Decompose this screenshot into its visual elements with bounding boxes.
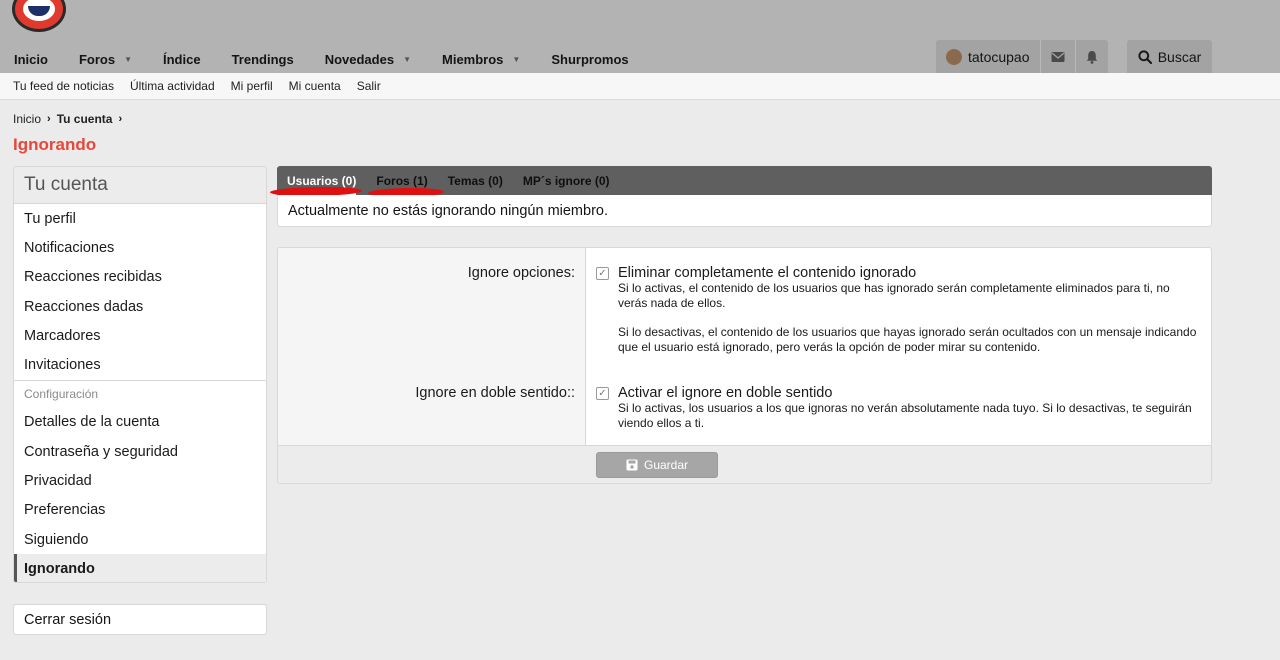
logout-button[interactable]: Cerrar sesión (13, 604, 267, 635)
tab-pm-ignore[interactable]: MP´s ignore (0) (513, 166, 620, 195)
avatar (946, 48, 962, 65)
save-button[interactable]: Guardar (596, 452, 718, 478)
subnav-account[interactable]: Mi cuenta (289, 79, 341, 93)
user-area: tatocupao (936, 40, 1108, 73)
option-title: Activar el ignore en doble sentido (618, 385, 833, 401)
remove-content-checkbox[interactable]: ✓ (596, 267, 609, 280)
breadcrumb-account[interactable]: Tu cuenta (57, 112, 113, 126)
chevron-down-icon[interactable]: ▼ (124, 55, 132, 64)
breadcrumb: Inicio › Tu cuenta › (13, 112, 128, 126)
user-menu[interactable]: tatocupao (936, 40, 1041, 73)
sidebar-item-bookmarks[interactable]: Marcadores (14, 321, 266, 350)
save-label: Guardar (643, 458, 689, 472)
chevron-right-icon: › (47, 113, 51, 125)
sidebar-item-invitations[interactable]: Invitaciones (14, 350, 266, 379)
main-nav: Inicio Foros ▼ Índice Trendings Novedades… (14, 48, 660, 70)
form-label-column: Ignore opciones: Ignore en doble sentido… (278, 248, 586, 445)
sidebar-header: Tu cuenta (14, 167, 266, 204)
nav-novedades[interactable]: Novedades ▼ (325, 52, 411, 67)
sidebar-item-ignoring[interactable]: Ignorando (14, 554, 266, 582)
subnav-logout[interactable]: Salir (357, 79, 381, 93)
account-sidebar: Tu cuenta Tu perfil Notificaciones Reacc… (13, 166, 267, 583)
page-title: Ignorando (13, 135, 97, 154)
sidebar-item-preferences[interactable]: Preferencias (14, 496, 266, 525)
nav-indice[interactable]: Índice (163, 52, 201, 67)
subnav-activity[interactable]: Última actividad (130, 79, 215, 93)
nav-label: Trendings (231, 51, 294, 67)
ignore-options-label: Ignore opciones: (467, 265, 575, 281)
sidebar-section-settings: Configuración (14, 379, 266, 408)
option-hint: Si lo desactivas, el contenido de los us… (618, 325, 1197, 354)
option-two-way-ignore: ✓ Activar el ignore en doble sentido Si … (596, 385, 1196, 431)
top-header: Inicio Foros ▼ Índice Trendings Novedades… (0, 0, 1280, 73)
sub-nav: Tu feed de noticias Última actividad Mi … (0, 73, 1280, 100)
nav-shurpromos[interactable]: Shurpromos (551, 52, 628, 67)
ignore-options-form: Ignore opciones: Ignore en doble sentido… (277, 247, 1212, 484)
breadcrumb-home[interactable]: Inicio (13, 112, 41, 126)
option-hint: Si lo activas, el contenido de los usuar… (618, 281, 1170, 310)
sidebar-item-account-details[interactable]: Detalles de la cuenta (14, 408, 266, 437)
sidebar-item-profile[interactable]: Tu perfil (14, 204, 266, 233)
nav-miembros[interactable]: Miembros ▼ (442, 52, 520, 67)
nav-label: Foros (78, 51, 116, 67)
option-title: Eliminar completamente el contenido igno… (618, 265, 917, 281)
sidebar-item-notifications[interactable]: Notificaciones (14, 233, 266, 262)
nav-label: Miembros (442, 51, 504, 67)
nav-foros[interactable]: Foros ▼ (79, 52, 132, 67)
search-icon (1138, 49, 1152, 64)
nav-label: Índice (163, 51, 201, 67)
sidebar-item-privacy[interactable]: Privacidad (14, 466, 266, 495)
nav-label: Inicio (14, 51, 48, 67)
envelope-icon (1051, 51, 1064, 62)
sidebar-item-following[interactable]: Siguiendo (14, 525, 266, 554)
nav-label: Novedades (324, 51, 395, 67)
inbox-button[interactable] (1041, 40, 1076, 73)
save-icon (626, 459, 638, 471)
search-label: Buscar (1157, 48, 1202, 65)
chevron-down-icon[interactable]: ▼ (512, 55, 520, 64)
nav-label: Shurpromos (551, 51, 629, 67)
alerts-button[interactable] (1076, 40, 1108, 73)
two-way-ignore-label: Ignore en doble sentido:: (415, 385, 575, 401)
nav-trendings[interactable]: Trendings (232, 52, 294, 67)
tab-panel-message: Actualmente no estás ignorando ningún mi… (277, 195, 1212, 227)
sidebar-item-reactions-received[interactable]: Reacciones recibidas (14, 263, 266, 292)
two-way-ignore-checkbox[interactable]: ✓ (596, 387, 609, 400)
subnav-profile[interactable]: Mi perfil (231, 79, 273, 93)
option-hint: Si lo activas, los usuarios a los que ig… (618, 401, 1192, 430)
username: tatocupao (968, 48, 1030, 65)
option-remove-content: ✓ Eliminar completamente el contenido ig… (596, 265, 1196, 355)
nav-inicio[interactable]: Inicio (14, 52, 48, 67)
form-footer: Guardar (278, 445, 1211, 483)
bell-icon (1086, 50, 1097, 64)
tab-threads[interactable]: Temas (0) (438, 166, 513, 195)
sidebar-item-reactions-given[interactable]: Reacciones dadas (14, 292, 266, 321)
chevron-right-icon: › (118, 113, 123, 125)
chevron-down-icon[interactable]: ▼ (403, 55, 411, 64)
sidebar-item-password[interactable]: Contraseña y seguridad (14, 437, 266, 466)
site-logo[interactable] (12, 0, 66, 32)
subnav-feed[interactable]: Tu feed de noticias (13, 79, 114, 93)
search-button[interactable]: Buscar (1127, 40, 1212, 73)
